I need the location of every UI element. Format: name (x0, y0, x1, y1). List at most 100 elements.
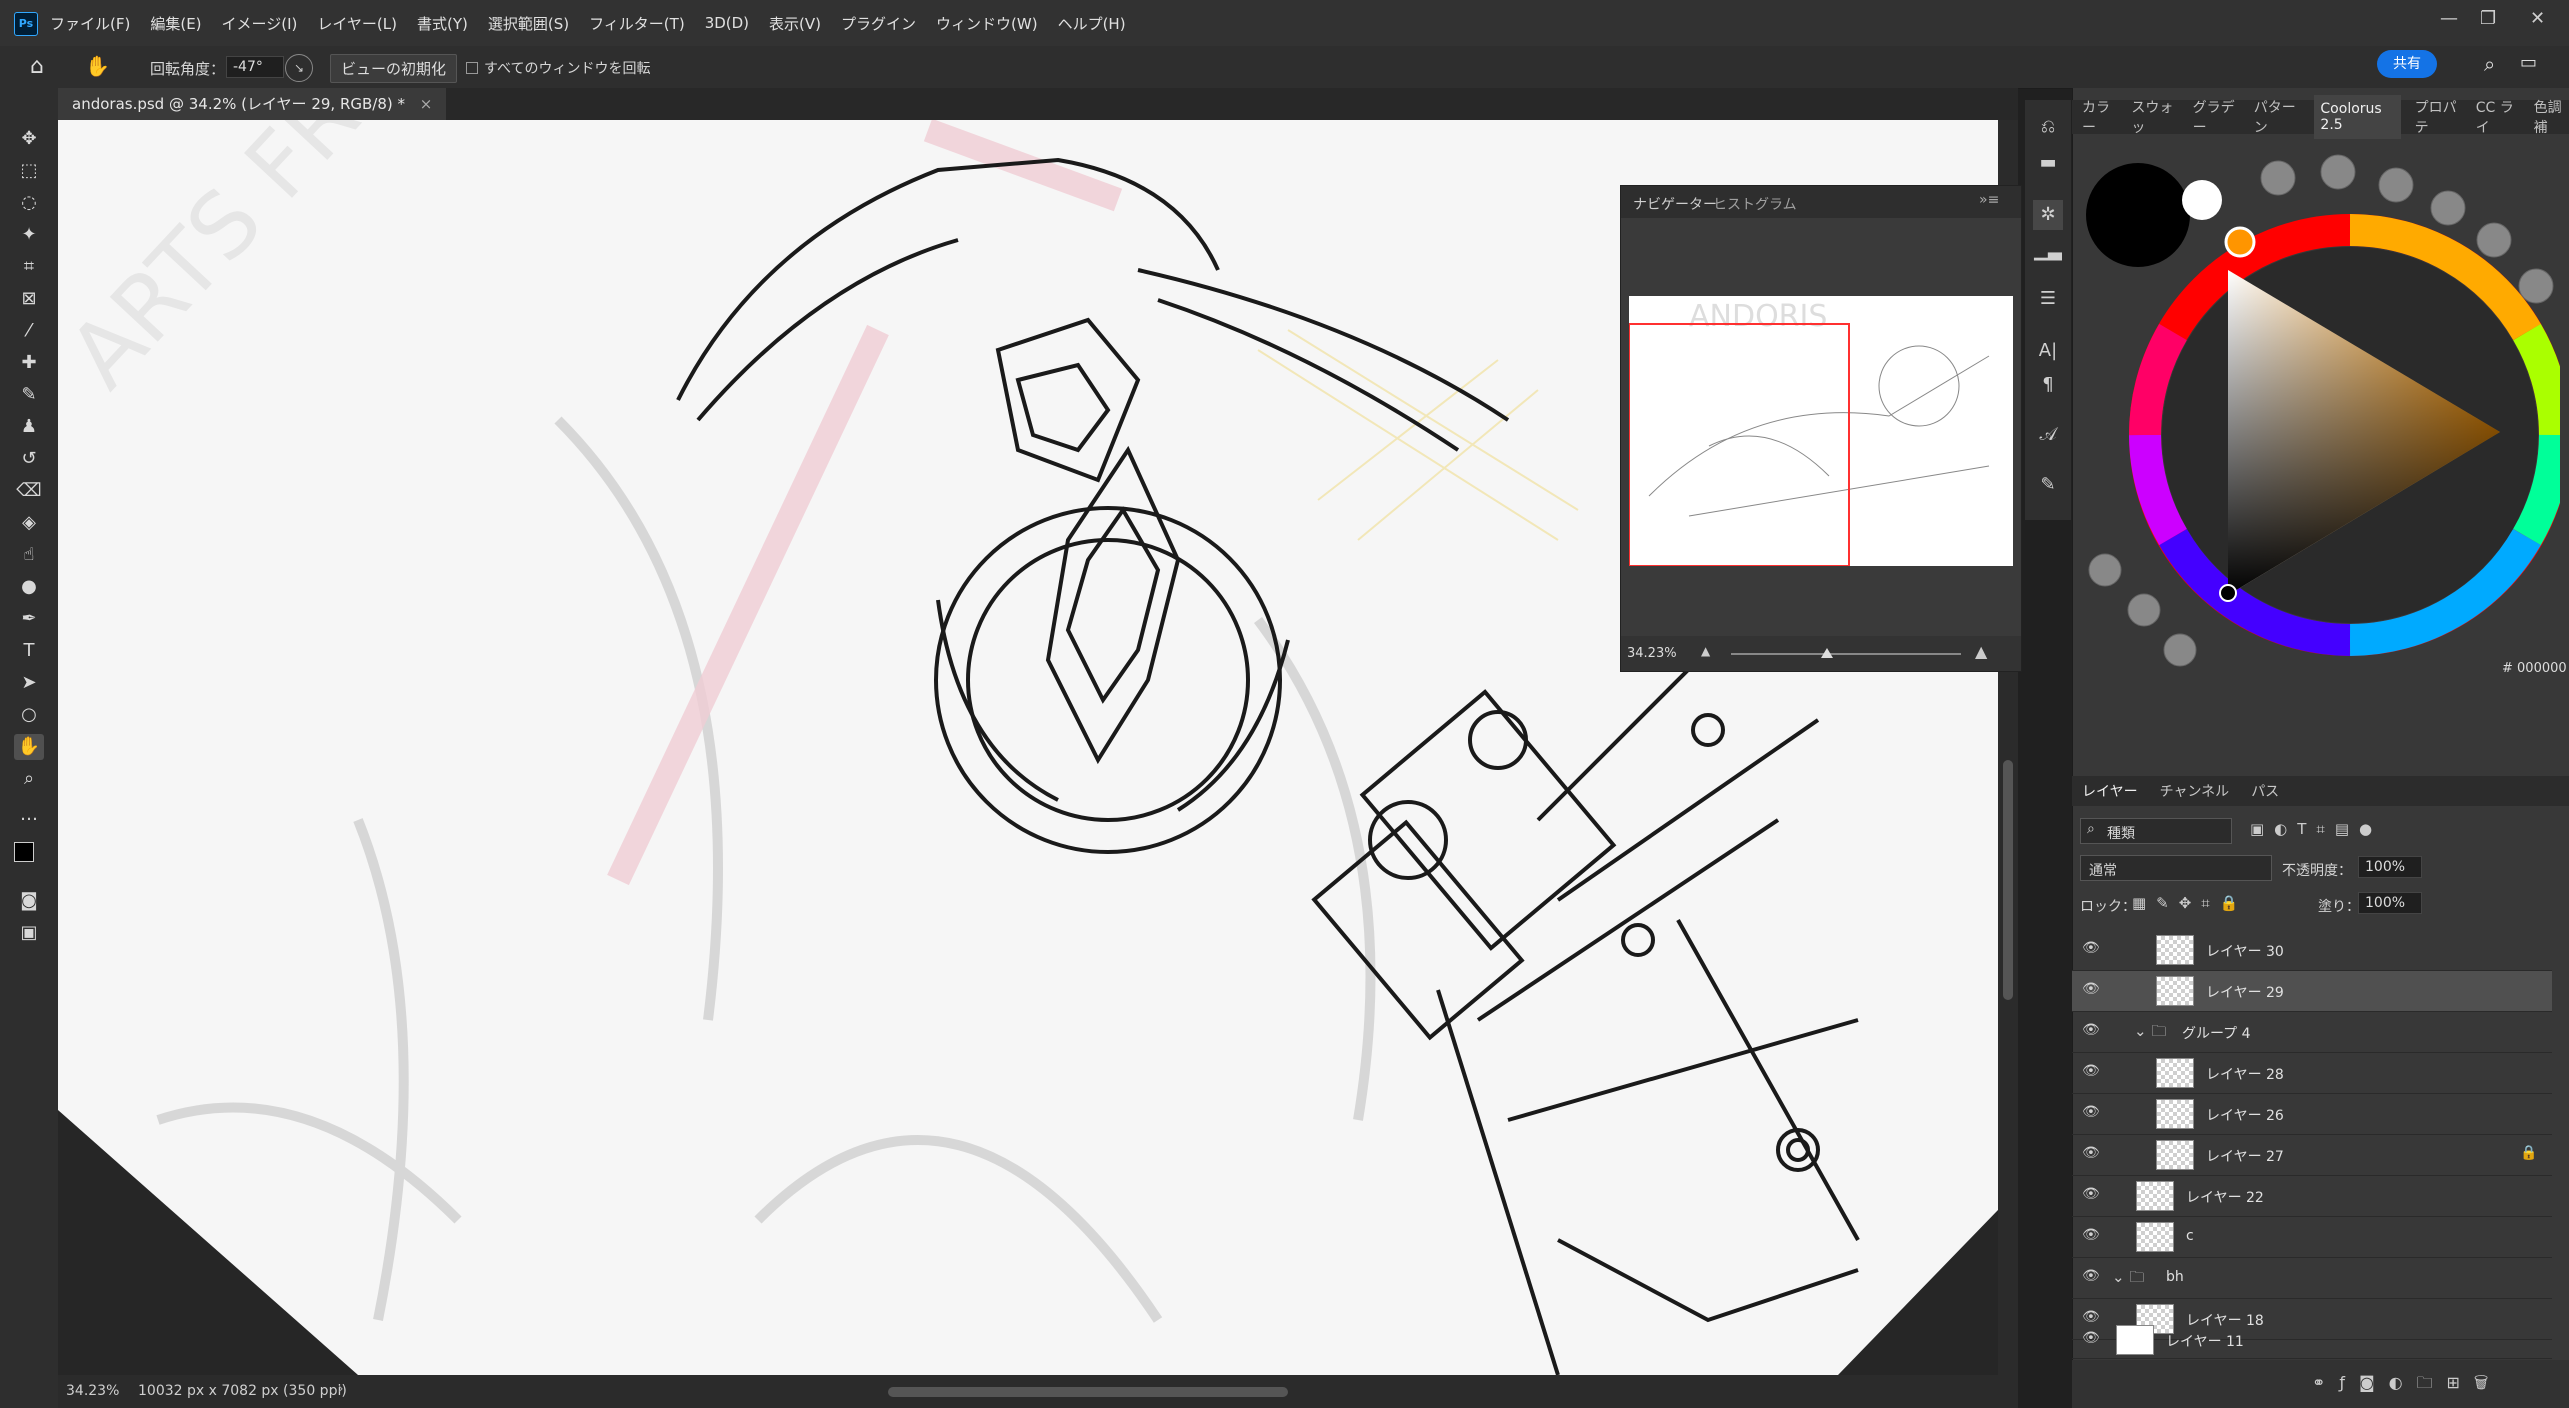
tab-properties[interactable]: プロパテ (2415, 97, 2462, 137)
rotate-all-checkbox[interactable] (466, 62, 478, 74)
menu-help[interactable]: ヘルプ(H) (1058, 13, 1126, 34)
eye-icon[interactable]: 👁 (2082, 1330, 2100, 1348)
tab-patterns[interactable]: パターン (2254, 97, 2301, 137)
move-tool-icon[interactable]: ✥ (14, 126, 44, 152)
home-icon[interactable]: ⌂ (30, 54, 44, 79)
group-row[interactable]: 👁 ⌄ 🗀 bh (2072, 1258, 2552, 1299)
group-row[interactable]: 👁 ⌄ 🗀 グループ 4 (2072, 1012, 2552, 1053)
tab-navigator[interactable]: ナビゲーター (1633, 194, 1717, 214)
layer-row[interactable]: 👁 c (2072, 1217, 2552, 1258)
tab-channels[interactable]: チャンネル (2160, 781, 2230, 801)
restore-button[interactable]: ❐ (2480, 8, 2496, 29)
layer-row[interactable]: 👁 レイヤー 26 (2072, 1094, 2552, 1135)
layer-row[interactable]: 👁 レイヤー 11 (2072, 1320, 2552, 1359)
eye-icon[interactable]: 👁 (2082, 1268, 2100, 1286)
reset-view-button[interactable]: ビューの初期化 (330, 54, 458, 83)
close-tab-icon[interactable]: × (420, 95, 433, 113)
tab-swatches[interactable]: スウォッ (2131, 97, 2178, 137)
type-tool-icon[interactable]: T (14, 638, 44, 664)
background-color[interactable] (2182, 180, 2222, 220)
more-tools-icon[interactable]: … (14, 802, 44, 828)
screen-mode-icon[interactable]: ▣ (14, 920, 44, 946)
eraser-tool-icon[interactable]: ⌫ (14, 478, 44, 504)
layer-row[interactable]: 👁 レイヤー 28 (2072, 1053, 2552, 1094)
menu-type[interactable]: 書式(Y) (417, 13, 468, 34)
hue-picker[interactable] (2224, 226, 2256, 258)
view-rectangle[interactable] (1628, 323, 1850, 567)
pen-tool-icon[interactable]: ✒ (14, 606, 44, 632)
adjustments-panel-icon[interactable]: ☰ (2033, 284, 2063, 314)
blend-mode-select[interactable]: 通常 (2080, 855, 2272, 881)
navigator-panel-icon[interactable]: ✲ (2033, 200, 2063, 230)
tab-histogram[interactable]: ヒストグラム (1713, 194, 1797, 214)
menu-select[interactable]: 選択範囲(S) (488, 13, 569, 34)
stamp-tool-icon[interactable]: ♟ (14, 414, 44, 440)
layer-footer-icons[interactable]: ⚭ƒ◙◐🗀⊞🗑 (2312, 1372, 2502, 1399)
rotate-view-tool-icon[interactable]: ✋ (85, 54, 110, 78)
tab-coolorus[interactable]: Coolorus 2.5 (2314, 95, 2401, 139)
opacity-input[interactable]: 100% (2358, 856, 2422, 878)
foreground-color[interactable] (2086, 163, 2190, 267)
eye-icon[interactable]: 👁 (2082, 1022, 2100, 1040)
comments-panel-icon[interactable]: ▬ (2033, 148, 2063, 178)
history-panel-icon[interactable]: ⎌ (2033, 112, 2063, 142)
path-select-icon[interactable]: ➤ (14, 670, 44, 696)
layer-row[interactable]: 👁 レイヤー 27 🔒 (2072, 1135, 2552, 1176)
coolorus-color-wheel[interactable] (2080, 140, 2569, 700)
scroll-thumb[interactable] (2003, 760, 2013, 1000)
menu-3d[interactable]: 3D(D) (705, 14, 749, 32)
tab-color[interactable]: カラー (2082, 97, 2117, 137)
tab-gradients[interactable]: グラデー (2193, 97, 2240, 137)
tab-adjustments[interactable]: 色調補 (2534, 97, 2569, 137)
document-tab[interactable]: andoras.psd @ 34.2% (レイヤー 29, RGB/8) * × (58, 88, 447, 120)
paint-bucket-icon[interactable]: ◈ (14, 510, 44, 536)
share-button[interactable]: 共有 (2377, 50, 2437, 78)
character-panel-icon[interactable]: A| (2033, 336, 2063, 366)
magic-wand-icon[interactable]: ✦ (14, 222, 44, 248)
layer-row-selected[interactable]: 👁 レイヤー 29 (2072, 971, 2552, 1012)
menu-plugins[interactable]: プラグイン (841, 13, 916, 34)
navigator-zoom-value[interactable]: 34.23% (1627, 646, 1677, 661)
brush-tool-icon[interactable]: ✎ (14, 382, 44, 408)
layer-filter-select[interactable]: ⌕ 種類 (2080, 818, 2232, 844)
tab-cc-libraries[interactable]: CC ライ (2476, 97, 2520, 137)
glyphs-panel-icon[interactable]: 𝒜 (2033, 420, 2063, 450)
menu-view[interactable]: 表示(V) (769, 13, 821, 34)
eye-icon[interactable]: 👁 (2082, 1186, 2100, 1204)
menu-image[interactable]: イメージ(I) (222, 13, 298, 34)
horizontal-scroll-thumb[interactable] (888, 1387, 1288, 1397)
panel-menu-icon[interactable]: »≡ (1979, 192, 1999, 208)
layer-row[interactable]: 👁 レイヤー 22 (2072, 1176, 2552, 1217)
foreground-color-swatch[interactable] (14, 842, 34, 862)
rotate-view-tool-icon[interactable]: ✋ (14, 734, 44, 760)
crop-tool-icon[interactable]: ⌗ (14, 254, 44, 280)
eye-icon[interactable]: 👁 (2082, 1145, 2100, 1163)
eye-icon[interactable]: 👁 (2082, 1104, 2100, 1122)
menu-layer[interactable]: レイヤー(L) (317, 13, 397, 34)
frame-tool-icon[interactable]: ⊠ (14, 286, 44, 312)
navigator-preview[interactable]: ANDORIS (1628, 296, 2013, 567)
tab-paths[interactable]: パス (2251, 781, 2279, 801)
lock-icons[interactable]: ▦✎✥⌗🔒 (2132, 894, 2248, 912)
shape-tool-icon[interactable]: ○ (14, 702, 44, 728)
brush-settings-icon[interactable]: ✎ (2033, 470, 2063, 500)
zoom-slider[interactable] (1731, 653, 1961, 655)
eye-icon[interactable]: 👁 (2082, 940, 2100, 958)
minimize-button[interactable]: — (2440, 8, 2458, 29)
zoom-in-icon[interactable]: ▲ (1975, 642, 1987, 661)
menu-filter[interactable]: フィルター(T) (589, 13, 685, 34)
menu-window[interactable]: ウィンドウ(W) (936, 13, 1038, 34)
eye-icon[interactable]: 👁 (2082, 1063, 2100, 1081)
rotate-angle-input[interactable]: -47° (226, 56, 284, 78)
smudge-tool-icon[interactable]: ☝ (14, 542, 44, 568)
zoom-out-icon[interactable]: ▲ (1701, 644, 1710, 658)
fill-input[interactable]: 100% (2358, 892, 2422, 914)
layer-row[interactable]: 👁 レイヤー 30 (2072, 930, 2552, 971)
healing-brush-icon[interactable]: ✚ (14, 350, 44, 376)
histogram-panel-icon[interactable]: ▁▃ (2033, 236, 2063, 266)
folder-icon[interactable]: ⌄ 🗀 (2134, 1021, 2166, 1046)
status-arrow-icon[interactable]: › (338, 1381, 344, 1397)
menu-edit[interactable]: 編集(E) (150, 13, 201, 34)
workspace-icon[interactable]: ▭ (2520, 52, 2537, 73)
eye-icon[interactable]: 👁 (2082, 1227, 2100, 1245)
